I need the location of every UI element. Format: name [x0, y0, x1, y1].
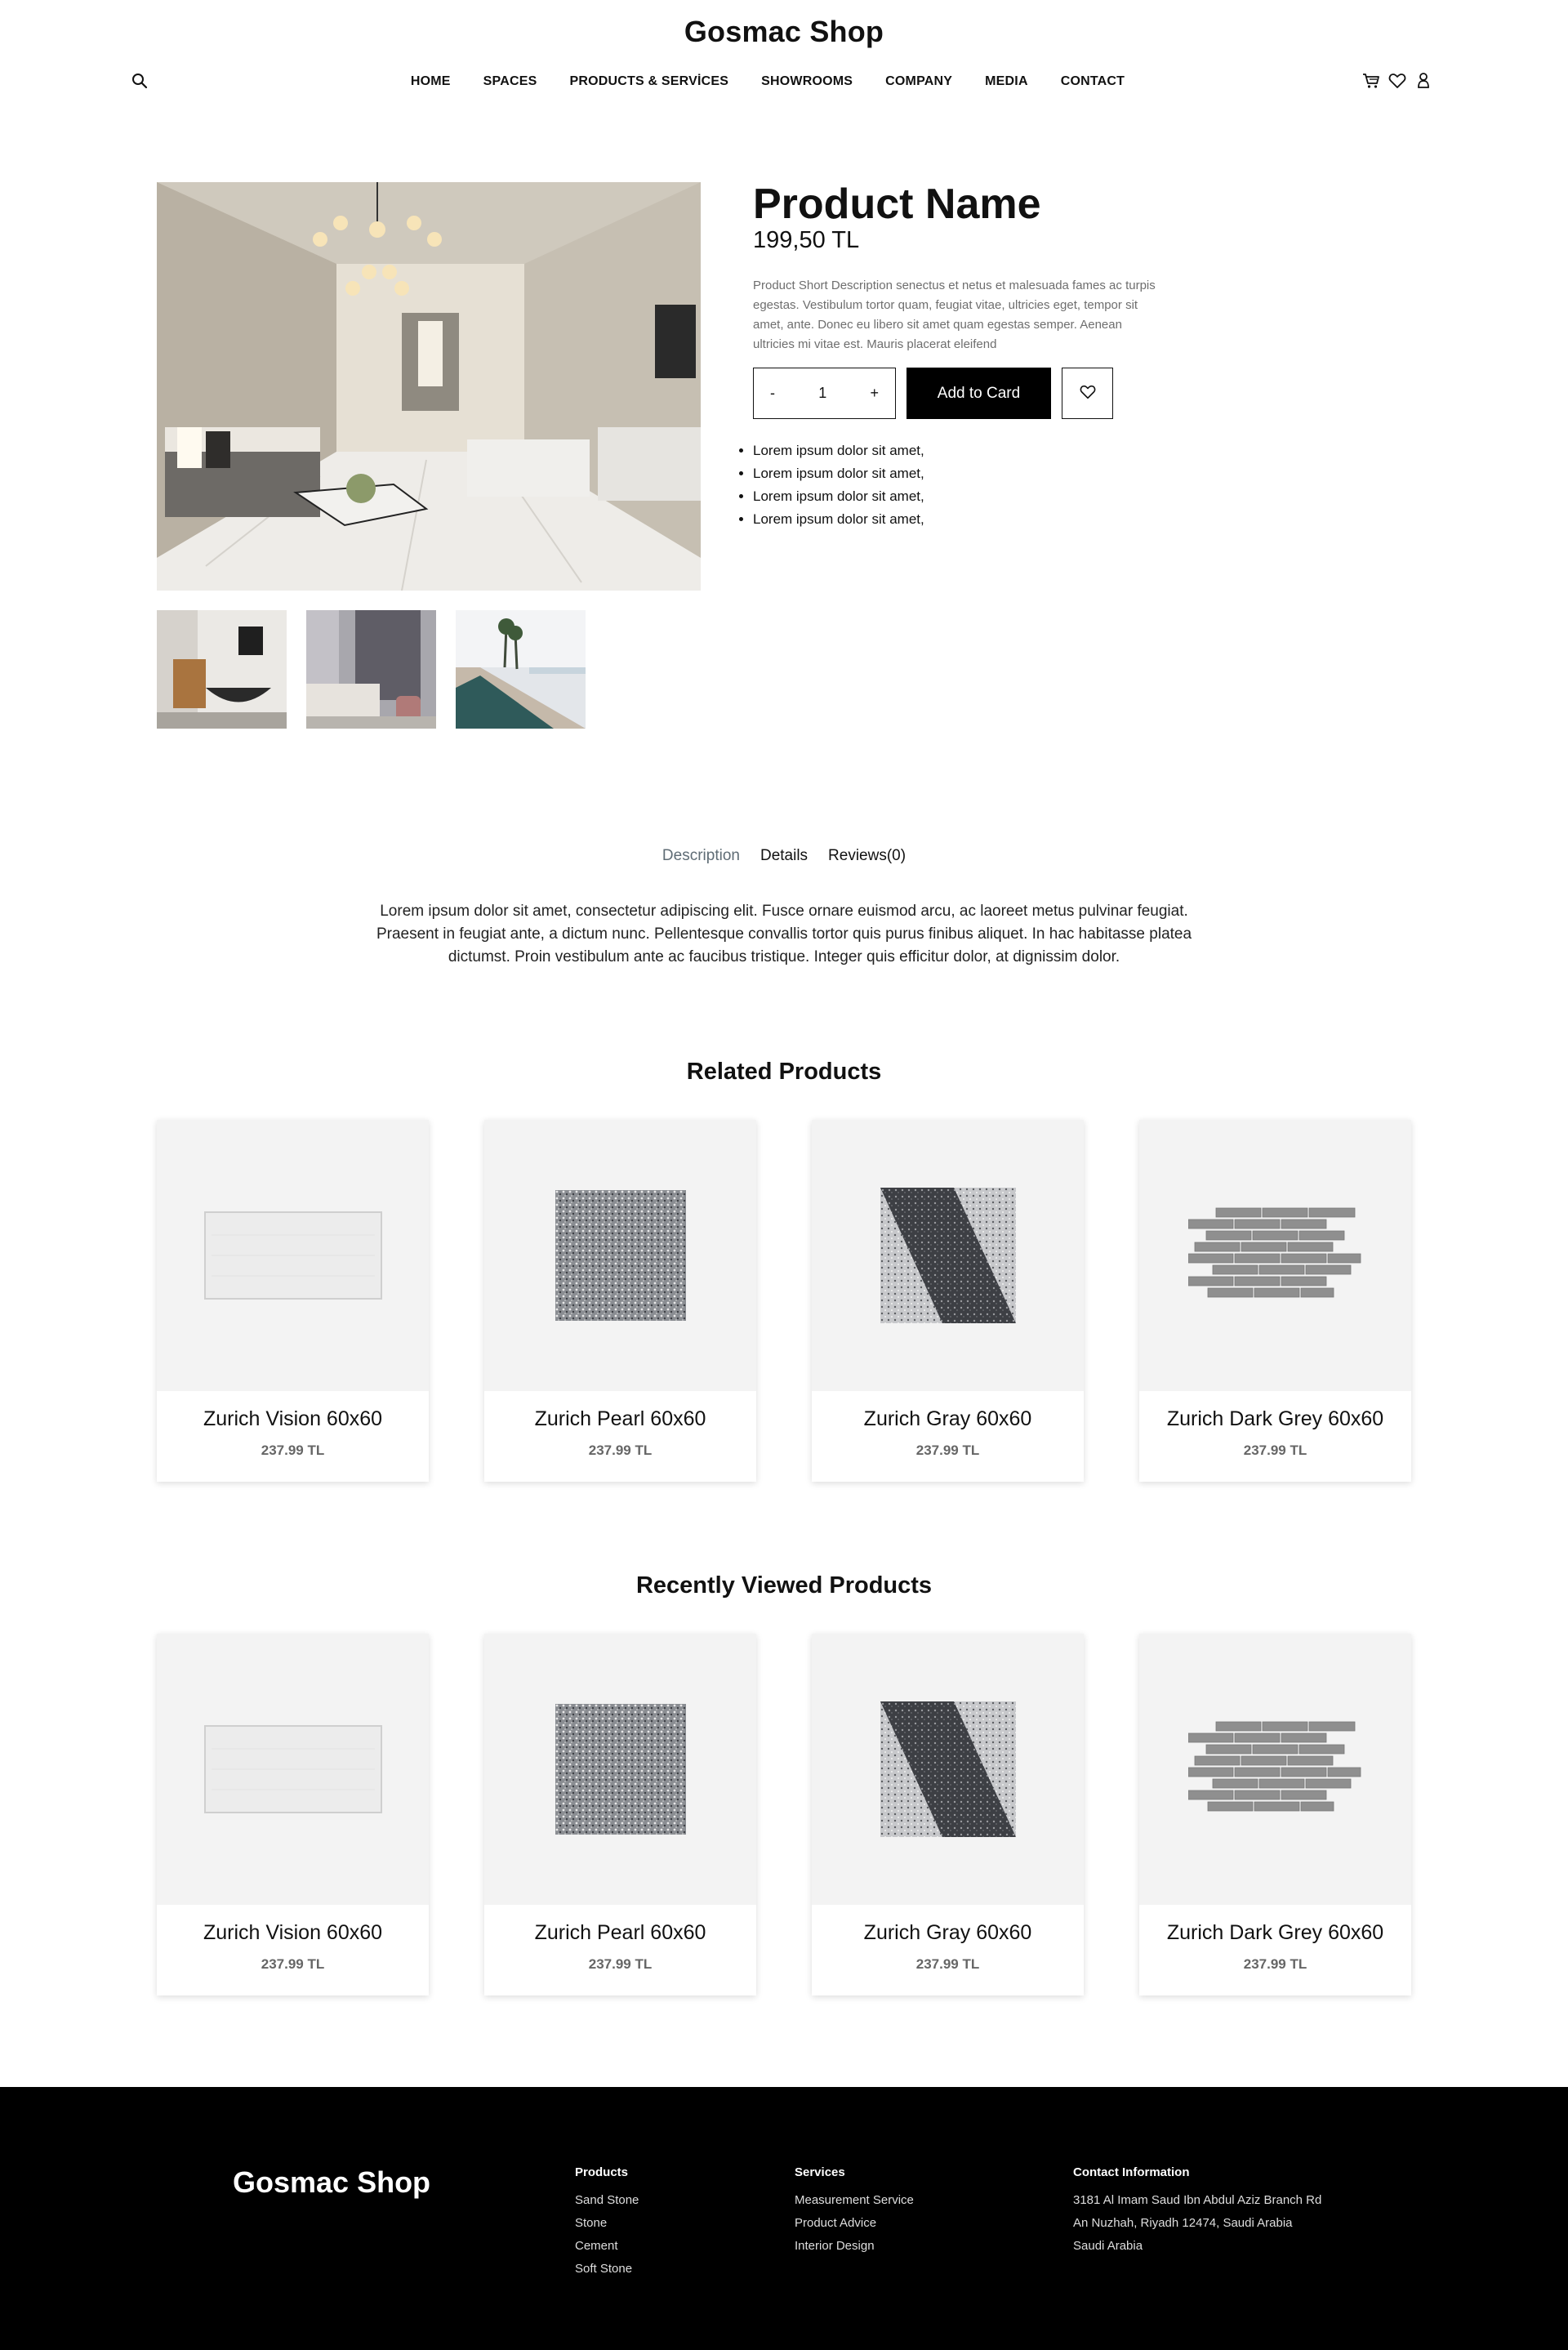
product-card-price: 237.99 TL: [915, 1956, 980, 1972]
product-info: Product Name 199,50 TL Product Short Des…: [753, 181, 1161, 419]
product-card-image: [812, 1634, 1084, 1905]
product-card-name: Zurich Pearl 60x60: [534, 1407, 706, 1430]
product-card-price: 237.99 TL: [588, 1956, 653, 1972]
product-card-name: Zurich Vision 60x60: [203, 1407, 383, 1430]
footer-address-line: Saudi Arabia: [1073, 2239, 1143, 2253]
product-card-price: 237.99 TL: [1243, 1956, 1307, 1972]
product-features: Lorem ipsum dolor sit amet, Lorem ipsum …: [753, 439, 924, 531]
recently-viewed-grid: Zurich Vision 60x60 237.99 TL Zurich Pea…: [157, 1634, 1411, 1995]
product-card-image: [157, 1120, 429, 1391]
tab-details[interactable]: Details: [760, 847, 808, 865]
heart-icon: [1080, 384, 1096, 403]
product-card-name: Zurich Gray 60x60: [863, 1921, 1032, 1944]
product-card-price: 237.99 TL: [915, 1443, 980, 1458]
cart-icon[interactable]: [1362, 70, 1380, 91]
related-products-grid: Zurich Vision 60x60 237.99 TL Zurich Pea…: [157, 1120, 1411, 1482]
footer-link[interactable]: Soft Stone: [575, 2258, 639, 2281]
add-to-cart-button[interactable]: Add to Card: [906, 368, 1051, 419]
product-name: Product Name: [753, 181, 1041, 228]
nav-spaces[interactable]: SPACES: [483, 74, 537, 89]
product-card-image: [1139, 1120, 1411, 1391]
quantity-decrease-button[interactable]: -: [770, 385, 775, 402]
main-nav: HOME SPACES PRODUCTS & SERVİCES SHOWROOM…: [0, 74, 1568, 89]
product-card-price: 237.99 TL: [261, 1443, 325, 1458]
product-card-name: Zurich Dark Grey 60x60: [1166, 1921, 1384, 1944]
quantity-stepper: - 1 +: [753, 368, 896, 419]
feature-item: Lorem ipsum dolor sit amet,: [753, 439, 924, 462]
footer-link[interactable]: Measurement Service: [795, 2189, 914, 2212]
product-card-image: [812, 1120, 1084, 1391]
user-icon[interactable]: [1414, 70, 1432, 91]
nav-home[interactable]: HOME: [411, 74, 451, 89]
nav-contact[interactable]: CONTACT: [1061, 74, 1125, 89]
product-main-image[interactable]: [157, 182, 701, 591]
footer-column-title: Services: [795, 2165, 845, 2179]
feature-item: Lorem ipsum dolor sit amet,: [753, 462, 924, 485]
product-card[interactable]: Zurich Dark Grey 60x60 237.99 TL: [1139, 1120, 1411, 1482]
product-card[interactable]: Zurich Pearl 60x60 237.99 TL: [484, 1120, 756, 1482]
footer-link[interactable]: Sand Stone: [575, 2189, 639, 2212]
product-card-name: Zurich Dark Grey 60x60: [1166, 1407, 1384, 1430]
footer-column-title: Contact Information: [1073, 2165, 1190, 2179]
feature-item: Lorem ipsum dolor sit amet,: [753, 485, 924, 508]
related-products-title: Related Products: [686, 1059, 882, 1085]
purchase-actions: - 1 + Add to Card: [753, 368, 1161, 419]
header-actions: [1362, 70, 1432, 91]
tab-description[interactable]: Description: [662, 847, 740, 865]
product-card-price: 237.99 TL: [1243, 1443, 1307, 1458]
tab-description-content: Lorem ipsum dolor sit amet, consectetur …: [376, 903, 1192, 965]
footer-link[interactable]: Stone: [575, 2212, 639, 2235]
footer-address-line: An Nuzhah, Riyadh 12474, Saudi Arabia: [1073, 2216, 1293, 2230]
footer-services-column: Services Measurement Service Product Adv…: [795, 2165, 914, 2258]
thumbnail-pool[interactable]: [456, 610, 586, 729]
thumbnail-bathroom[interactable]: [157, 610, 287, 729]
product-card[interactable]: Zurich Vision 60x60 237.99 TL: [157, 1120, 429, 1482]
nav-media[interactable]: MEDIA: [985, 74, 1028, 89]
footer-products-column: Products Sand Stone Stone Cement Soft St…: [575, 2165, 639, 2281]
product-description: Product Short Description senectus et ne…: [753, 279, 1156, 351]
product-card-image: [157, 1634, 429, 1905]
footer-link[interactable]: Interior Design: [795, 2235, 914, 2258]
nav-products-services[interactable]: PRODUCTS & SERVİCES: [569, 74, 728, 89]
footer-column-title: Products: [575, 2165, 629, 2179]
product-card[interactable]: Zurich Dark Grey 60x60 237.99 TL: [1139, 1634, 1411, 1995]
footer-address-line: 3181 Al Imam Saud Ibn Abdul Aziz Branch …: [1073, 2193, 1322, 2207]
footer-brand[interactable]: Gosmac Shop: [233, 2165, 430, 2200]
product-card[interactable]: Zurich Gray 60x60 237.99 TL: [812, 1120, 1084, 1482]
product-card-name: Zurich Pearl 60x60: [534, 1921, 706, 1944]
product-tabs: Description Details Reviews(0): [0, 847, 1568, 865]
footer-link[interactable]: Product Advice: [795, 2212, 914, 2235]
product-card-image: [484, 1120, 756, 1391]
product-card-name: Zurich Gray 60x60: [863, 1407, 1032, 1430]
thumbnail-strip: [157, 610, 586, 729]
quantity-value[interactable]: 1: [818, 385, 826, 402]
product-card[interactable]: Zurich Gray 60x60 237.99 TL: [812, 1634, 1084, 1995]
product-card[interactable]: Zurich Pearl 60x60 237.99 TL: [484, 1634, 756, 1995]
quantity-increase-button[interactable]: +: [870, 385, 879, 402]
nav-company[interactable]: COMPANY: [885, 74, 952, 89]
product-card-price: 237.99 TL: [588, 1443, 653, 1458]
add-to-wishlist-button[interactable]: [1062, 368, 1113, 419]
nav-showrooms[interactable]: SHOWROOMS: [761, 74, 853, 89]
tab-reviews[interactable]: Reviews(0): [828, 847, 906, 865]
product-card-image: [1139, 1634, 1411, 1905]
thumbnail-bedroom[interactable]: [306, 610, 436, 729]
product-card-name: Zurich Vision 60x60: [203, 1921, 383, 1944]
product-card-image: [484, 1634, 756, 1905]
product-card-price: 237.99 TL: [261, 1956, 325, 1972]
site-brand[interactable]: Gosmac Shop: [0, 15, 1568, 49]
heart-icon[interactable]: [1388, 70, 1406, 91]
footer-contact-column: Contact Information 3181 Al Imam Saud Ib…: [1073, 2165, 1321, 2258]
product-price: 199,50 TL: [753, 227, 860, 253]
recently-viewed-title: Recently Viewed Products: [635, 1572, 933, 1599]
footer-link[interactable]: Cement: [575, 2235, 639, 2258]
feature-item: Lorem ipsum dolor sit amet,: [753, 508, 924, 531]
product-card[interactable]: Zurich Vision 60x60 237.99 TL: [157, 1634, 429, 1995]
site-footer: Gosmac Shop Products Sand Stone Stone Ce…: [0, 2087, 1568, 2350]
